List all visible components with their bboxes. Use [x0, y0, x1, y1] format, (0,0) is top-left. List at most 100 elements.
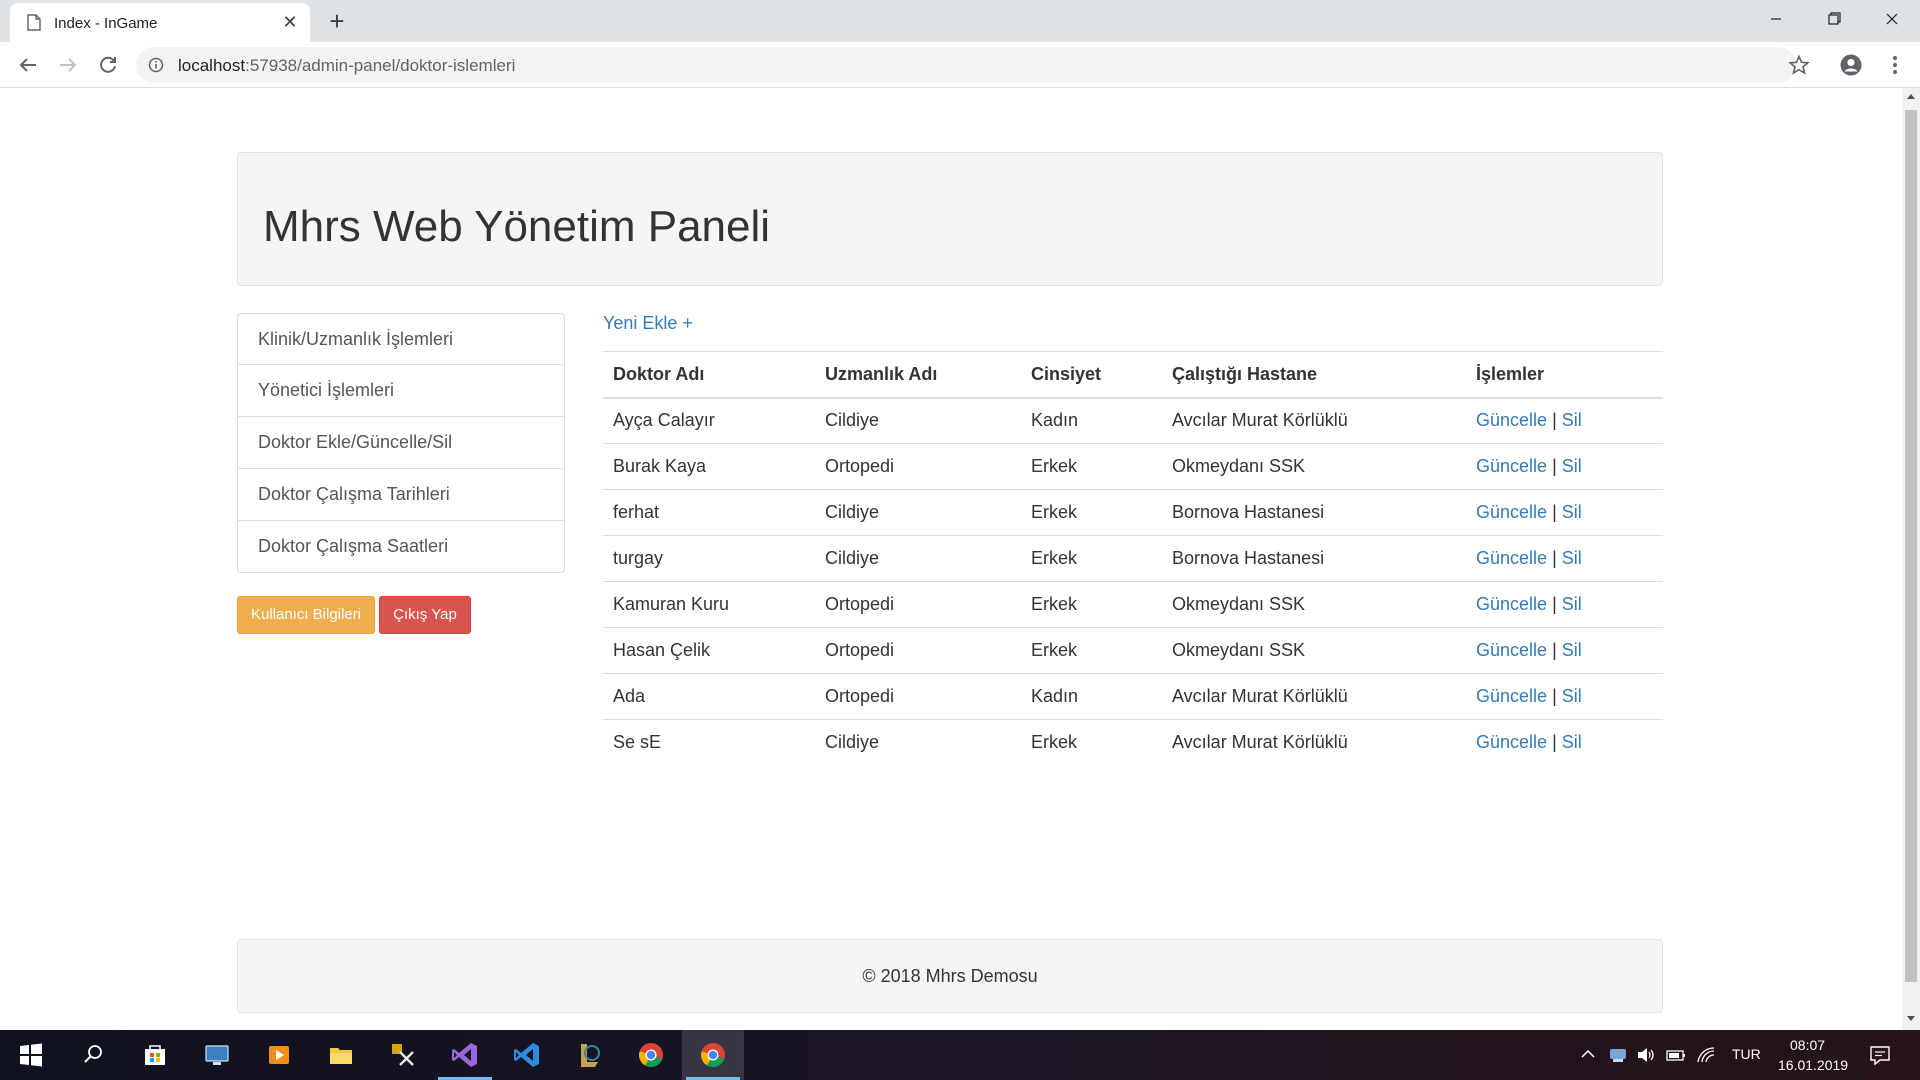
update-link[interactable]: Güncelle [1476, 732, 1547, 752]
network-device-icon[interactable] [1608, 1046, 1628, 1064]
tab-close-icon[interactable]: ✕ [278, 10, 302, 34]
sidebar-item-calisma-saatleri[interactable]: Doktor Çalışma Saatleri [237, 521, 565, 573]
taskbar: TUR 08:07 16.01.2019 [0, 1030, 1920, 1080]
sidebar-item-doktor[interactable]: Doktor Ekle/Güncelle/Sil [237, 417, 565, 469]
system-tray: TUR 08:07 16.01.2019 [1570, 1030, 1848, 1080]
tray-chevron-up-icon[interactable] [1580, 1046, 1596, 1062]
restore-icon[interactable] [1810, 0, 1858, 40]
scroll-up-icon[interactable] [1907, 94, 1915, 99]
sidebar-item-calisma-tarihleri[interactable]: Doktor Çalışma Tarihleri [237, 469, 565, 521]
scrollbar-thumb[interactable] [1905, 110, 1917, 982]
delete-link[interactable]: Sil [1562, 548, 1582, 568]
computer-icon[interactable] [186, 1030, 248, 1080]
url-text[interactable]: localhost:57938/admin-panel/doktor-islem… [178, 56, 515, 76]
back-icon[interactable] [12, 49, 44, 81]
chrome-active-icon[interactable] [682, 1030, 744, 1080]
sidebar-item-klinik[interactable]: Klinik/Uzmanlık İşlemleri [237, 313, 565, 365]
hospital-cell: Okmeydanı SSK [1162, 581, 1466, 628]
clock-date[interactable]: 16.01.2019 [1778, 1057, 1848, 1073]
hospital-cell: Bornova Hastanesi [1162, 489, 1466, 536]
specialty-cell: Ortopedi [815, 627, 1021, 674]
media-player-icon[interactable] [248, 1030, 310, 1080]
specialty-cell: Ortopedi [815, 443, 1021, 490]
minimize-icon[interactable] [1752, 0, 1800, 40]
update-link[interactable]: Güncelle [1476, 502, 1547, 522]
delete-link[interactable]: Sil [1562, 686, 1582, 706]
doctor-name-cell: Hasan Çelik [603, 627, 815, 674]
delete-link[interactable]: Sil [1562, 594, 1582, 614]
update-link[interactable]: Güncelle [1476, 456, 1547, 476]
update-link[interactable]: Güncelle [1476, 410, 1547, 430]
specialty-cell: Cildiye [815, 535, 1021, 582]
language-indicator[interactable]: TUR [1732, 1046, 1761, 1062]
gender-cell: Kadın [1031, 410, 1079, 431]
vs-code-icon[interactable] [496, 1030, 558, 1080]
window-close-icon[interactable] [1868, 0, 1916, 40]
delete-link[interactable]: Sil [1562, 456, 1582, 476]
delete-link[interactable]: Sil [1562, 410, 1582, 430]
gender-cell: Erkek [1021, 719, 1162, 766]
file-explorer-icon[interactable] [310, 1030, 372, 1080]
search-icon[interactable] [62, 1030, 124, 1080]
action-separator: | [1552, 456, 1557, 476]
user-info-button[interactable]: Kullanıcı Bilgileri [237, 596, 375, 634]
doctor-name-cell: Kamuran Kuru [603, 581, 815, 628]
hospital-cell: Okmeydanı SSK [1162, 443, 1466, 490]
scroll-down-icon[interactable] [1907, 1016, 1915, 1021]
site-info-icon[interactable] [148, 57, 164, 73]
hospital-cell: Okmeydanı SSK [1162, 627, 1466, 674]
vertical-scrollbar[interactable] [1902, 88, 1920, 1030]
windows-start-icon[interactable] [0, 1030, 62, 1080]
address-bar[interactable]: localhost:57938/admin-panel/doktor-islem… [136, 47, 1810, 83]
doctor-name-cell: ferhat [603, 489, 815, 536]
reload-icon[interactable] [92, 49, 124, 81]
page-viewport: Mhrs Web Yönetim Paneli Klinik/Uzmanlık … [0, 88, 1902, 1030]
delete-link[interactable]: Sil [1562, 732, 1582, 752]
delete-link[interactable]: Sil [1562, 640, 1582, 660]
sidebar-item-yonetici[interactable]: Yönetici İşlemleri [237, 365, 565, 417]
menu-dots-icon[interactable] [1882, 52, 1908, 78]
clock-time[interactable]: 08:07 [1790, 1037, 1825, 1053]
browser-tab[interactable]: Index - InGame ✕ [10, 3, 310, 42]
gender-cell: Erkek [1021, 627, 1162, 674]
wifi-icon[interactable] [1696, 1046, 1716, 1064]
action-separator: | [1552, 548, 1557, 568]
battery-icon[interactable] [1666, 1046, 1686, 1064]
chrome-icon[interactable] [620, 1030, 682, 1080]
actions-cell: Güncelle | Sil [1466, 398, 1663, 444]
update-link[interactable]: Güncelle [1476, 640, 1547, 660]
actions-cell: Güncelle | Sil [1466, 719, 1663, 766]
delete-link[interactable]: Sil [1562, 502, 1582, 522]
update-link[interactable]: Güncelle [1476, 594, 1547, 614]
tools-icon[interactable] [372, 1030, 434, 1080]
page-footer: © 2018 Mhrs Demosu [237, 939, 1663, 1013]
table-row: Hasan Çelik Ortopedi Erkek Okmeydanı SSK Gün… [603, 627, 1663, 674]
store-icon[interactable] [124, 1030, 186, 1080]
bookmark-star-icon[interactable] [1788, 54, 1810, 76]
notifications-icon[interactable] [1868, 1043, 1892, 1067]
browser-tabstrip: Index - InGame ✕ + [0, 0, 1920, 42]
specialty-cell: Ortopedi [815, 581, 1021, 628]
actions-cell: Güncelle | Sil [1466, 581, 1663, 628]
table-row: ferhat Cildiye Erkek Bornova Hastanesi Günce… [603, 489, 1663, 536]
logout-button[interactable]: Çıkış Yap [379, 596, 471, 634]
action-separator: | [1552, 732, 1557, 753]
visual-studio-icon[interactable] [434, 1030, 496, 1080]
update-link[interactable]: Güncelle [1476, 686, 1547, 706]
update-link[interactable]: Güncelle [1476, 548, 1547, 568]
page-title: Mhrs Web Yönetim Paneli [263, 202, 771, 251]
add-new-link[interactable]: Yeni Ekle + [603, 313, 693, 334]
volume-icon[interactable] [1636, 1046, 1656, 1064]
hospital-cell: Bornova Hastanesi [1162, 535, 1466, 582]
specialty-cell: Cildiye [825, 410, 880, 431]
gender-cell: Kadın [1021, 673, 1162, 720]
specialty-cell: Cildiye [815, 719, 1021, 766]
game-icon[interactable] [558, 1030, 620, 1080]
forward-icon[interactable] [52, 49, 84, 81]
profile-icon[interactable] [1838, 52, 1864, 78]
gender-cell: Erkek [1021, 535, 1162, 582]
doctor-name-cell: Ayça Calayır [613, 410, 715, 431]
column-header-specialty: Uzmanlık Adı [815, 351, 1021, 399]
doctor-name-cell: Se sE [603, 719, 815, 766]
new-tab-icon[interactable]: + [322, 6, 352, 36]
